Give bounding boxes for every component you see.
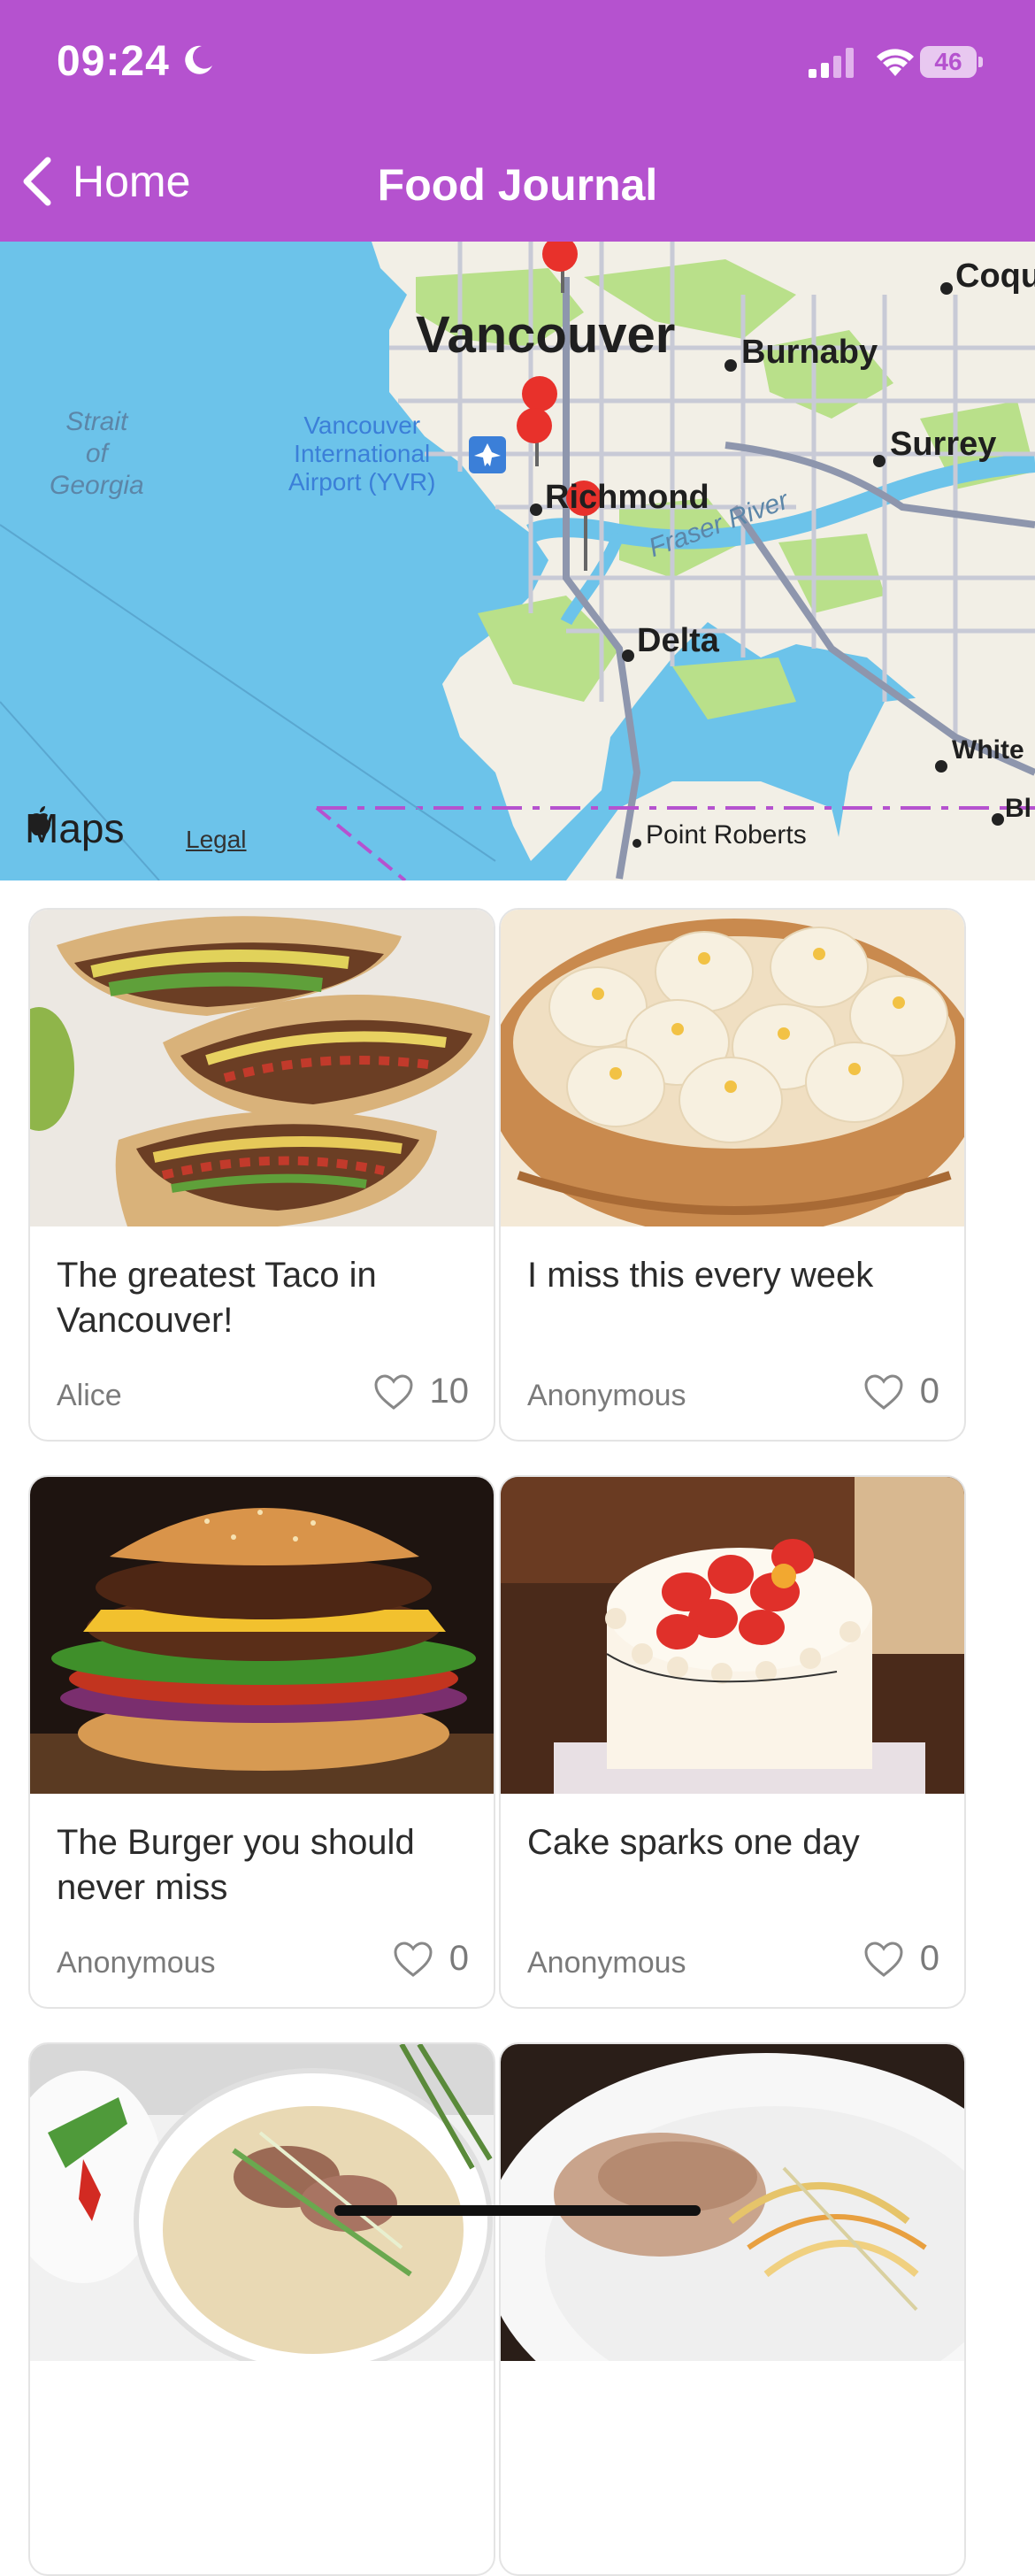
post-author: Anonymous: [527, 1946, 686, 1980]
page-title: Food Journal: [377, 160, 658, 210]
map-label-coquitlam: Coqu: [955, 258, 1035, 295]
map-label-point-roberts: Point Roberts: [646, 820, 807, 850]
map-view[interactable]: Vancouver Burnaby Coqu Surrey Richmond D…: [0, 242, 1035, 880]
heart-icon: [864, 1373, 903, 1410]
post-author: Anonymous: [57, 1946, 216, 1980]
post-title: The greatest Taco in Vancouver!: [57, 1256, 377, 1340]
post-card[interactable]: [28, 2042, 495, 2576]
post-image-dumplings: [501, 910, 964, 1226]
like-button[interactable]: 0: [863, 1372, 939, 1411]
post-image-pho: [30, 2044, 494, 2361]
heart-icon: [394, 1941, 433, 1977]
post-card[interactable]: The Burger you should never miss Anonymo…: [28, 1475, 495, 2009]
post-card[interactable]: Cake sparks one day Anonymous 0: [499, 1475, 966, 2009]
map-label-airport: Vancouver International Airport (YVR): [288, 411, 436, 496]
post-card[interactable]: I miss this every week Anonymous 0: [499, 908, 966, 1442]
apple-logo-icon: [28, 806, 51, 835]
home-indicator[interactable]: [334, 2205, 701, 2216]
post-author: Anonymous: [527, 1379, 686, 1412]
map-label-surrey: Surrey: [890, 426, 997, 463]
battery-indicator: 46: [920, 46, 977, 78]
post-author: Alice: [57, 1379, 122, 1412]
legal-link[interactable]: Legal: [186, 826, 247, 854]
like-count: 0: [919, 1939, 939, 1978]
map-label-bl: Bl: [1005, 794, 1031, 823]
moon-icon: [185, 45, 212, 74]
heart-icon: [864, 1941, 903, 1977]
maps-branding: Maps: [25, 804, 124, 852]
heart-icon: [373, 1373, 413, 1410]
like-button[interactable]: 0: [863, 1939, 939, 1979]
like-count: 0: [919, 1372, 939, 1411]
like-button[interactable]: 10: [373, 1372, 470, 1411]
map-label-white-rock: White: [952, 735, 1024, 765]
map-label-delta: Delta: [637, 622, 719, 659]
status-time: 09:24: [57, 38, 170, 85]
like-count: 0: [448, 1939, 469, 1978]
post-image-burger: [30, 1477, 494, 1794]
post-image-strawberry-cake: [501, 1477, 964, 1794]
post-card[interactable]: The greatest Taco in Vancouver! Alice 10: [28, 908, 495, 1442]
like-count: 10: [429, 1372, 470, 1411]
battery-cap: [978, 57, 983, 67]
map-label-strait-of-georgia: Strait of Georgia: [50, 407, 144, 500]
wifi-icon: [877, 49, 914, 76]
map-label-burnaby: Burnaby: [741, 334, 878, 371]
map-label-richmond: Richmond: [545, 479, 709, 516]
app-header: 09:24 46 Home Food Journal: [0, 0, 1035, 242]
post-title: I miss this every week: [527, 1256, 874, 1295]
post-card[interactable]: [499, 2042, 966, 2576]
post-image-tacos: [30, 910, 494, 1226]
cellular-signal-icon: [809, 48, 854, 78]
post-title: Cake sparks one day: [527, 1823, 860, 1862]
like-button[interactable]: 0: [393, 1939, 469, 1979]
map-label-vancouver: Vancouver: [416, 306, 676, 364]
post-image-noodles: [501, 2044, 964, 2361]
post-title: The Burger you should never miss: [57, 1823, 415, 1907]
